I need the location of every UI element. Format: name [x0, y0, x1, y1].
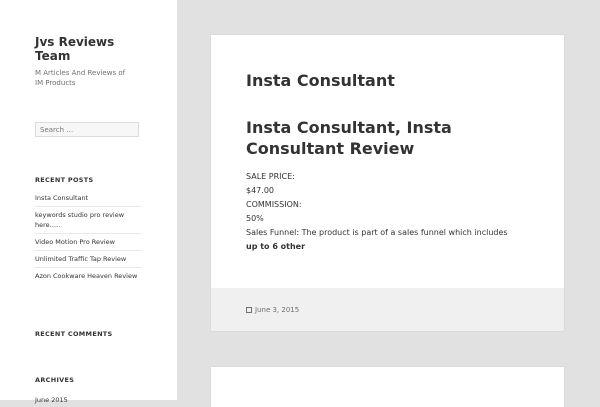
post-line-price: $47.00 [246, 186, 274, 195]
post-line-commission: 50% [246, 214, 264, 223]
post-date-text[interactable]: June 3, 2015 [255, 306, 299, 314]
post-date[interactable]: June 3, 2015 [246, 306, 299, 314]
recent-posts-heading: RECENT POSTS [35, 176, 94, 184]
post-line-sales-funnel: Sales Funnel: The product is part of a s… [246, 228, 508, 237]
post-line-sale-price-label: SALE PRICE: [246, 172, 295, 181]
recent-post-link[interactable]: Azon Cookware Heaven Review [35, 268, 141, 284]
calendar-icon [246, 307, 252, 313]
post-content: SALE PRICE: $47.00 COMMISSION: 50% Sales… [246, 170, 546, 254]
archives-heading: ARCHIVES [35, 376, 75, 384]
recent-post-link[interactable]: Insta Consultant [35, 190, 141, 207]
recent-post-link[interactable]: Unlimited Traffic Tap Review [35, 251, 141, 268]
sidebar: Jvs Reviews Team M Articles And Reviews … [0, 0, 177, 404]
site-description: M Articles And Reviews of IM Products [35, 69, 126, 87]
post-subtitle: Insta Consultant, Insta Consultant Revie… [246, 118, 452, 158]
site-title[interactable]: Jvs Reviews Team [35, 35, 145, 63]
post-line-commission-label: COMMISSION: [246, 200, 302, 209]
post-card: Insta Consultant Insta Consultant, Insta… [211, 35, 564, 331]
search-input[interactable] [35, 122, 139, 137]
post-line-bold: up to 6 other [246, 242, 306, 251]
next-post-card [211, 367, 564, 407]
recent-posts-list: Insta Consultant keywords studio pro rev… [35, 190, 141, 284]
post-footer: June 3, 2015 [211, 288, 564, 331]
archive-link[interactable]: June 2015 [35, 396, 68, 404]
recent-post-link[interactable]: Video Motion Pro Review [35, 234, 141, 251]
recent-comments-heading: RECENT COMMENTS [35, 330, 113, 338]
post-title[interactable]: Insta Consultant [246, 71, 546, 90]
recent-post-link[interactable]: keywords studio pro review here….. [35, 207, 141, 234]
